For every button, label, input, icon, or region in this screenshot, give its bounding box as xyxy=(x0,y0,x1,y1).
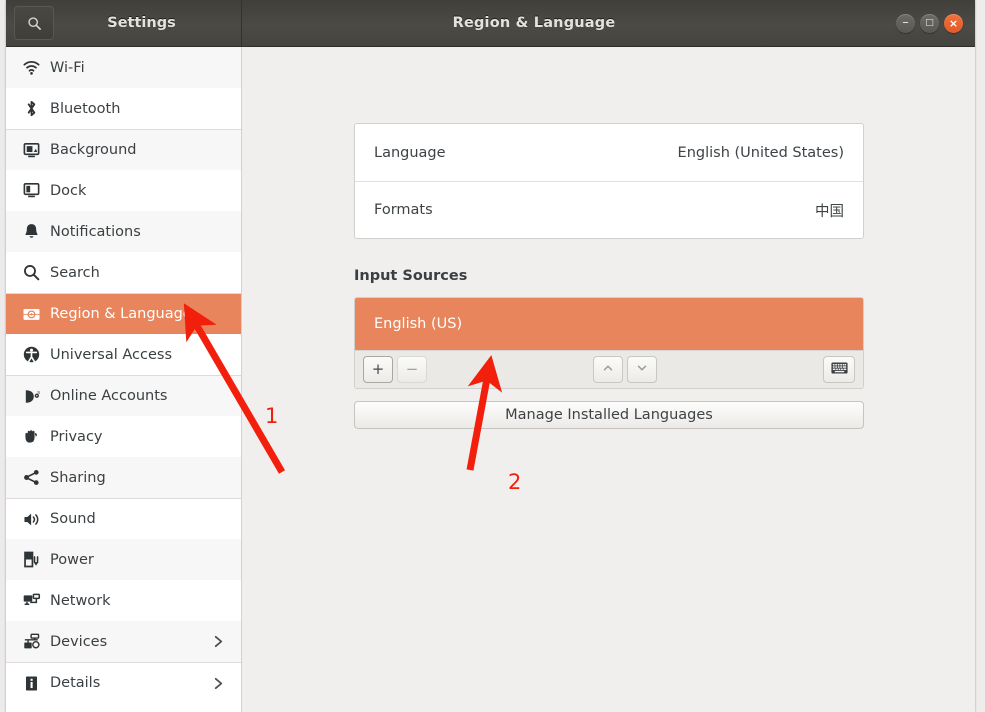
desktop-background-right xyxy=(975,0,985,712)
sidebar-item-background[interactable]: Background xyxy=(6,129,241,170)
sidebar-item-sharing[interactable]: Sharing xyxy=(6,457,241,498)
formats-row[interactable]: Formats 中国 xyxy=(355,181,863,238)
minus-icon: − xyxy=(406,362,419,377)
manage-installed-languages-button[interactable]: Manage Installed Languages xyxy=(354,401,864,429)
region-language-icon xyxy=(20,303,42,325)
sidebar-item-power[interactable]: Power xyxy=(6,539,241,580)
sidebar-item-search[interactable]: Search xyxy=(6,252,241,293)
maximize-button[interactable]: □ xyxy=(920,14,939,33)
power-icon xyxy=(20,549,42,571)
sidebar-item-label: Background xyxy=(50,142,137,158)
window-titlebar: Settings Region & Language – □ × xyxy=(6,0,975,47)
close-button[interactable]: × xyxy=(944,14,963,33)
sidebar-item-network[interactable]: Network xyxy=(6,580,241,621)
manage-installed-languages-label: Manage Installed Languages xyxy=(505,407,713,423)
background-icon xyxy=(20,139,42,161)
sound-icon xyxy=(20,508,42,530)
sidebar-item-privacy[interactable]: Privacy xyxy=(6,416,241,457)
bluetooth-icon xyxy=(20,98,42,120)
sidebar-item-devices[interactable]: Devices xyxy=(6,621,241,662)
online-accounts-icon: s xyxy=(20,385,42,407)
add-input-source-button[interactable]: + xyxy=(363,356,393,383)
input-sources-heading: Input Sources xyxy=(354,268,467,284)
input-sources-list[interactable]: English (US) xyxy=(355,298,863,350)
input-source-item-english-us[interactable]: English (US) xyxy=(355,298,863,350)
move-buttons-group xyxy=(593,356,657,383)
sidebar-item-label: Search xyxy=(50,265,100,281)
sidebar-item-label: Online Accounts xyxy=(50,388,167,404)
sidebar-item-label: Wi-Fi xyxy=(50,60,85,76)
wifi-icon xyxy=(20,57,42,79)
language-settings-card: Language English (United States) Formats… xyxy=(354,123,864,239)
network-icon xyxy=(20,590,42,612)
close-icon: × xyxy=(949,18,958,29)
window-title: Region & Language xyxy=(172,15,896,31)
sidebar-item-label: Network xyxy=(50,593,111,609)
move-up-button[interactable] xyxy=(593,356,623,383)
details-info-icon xyxy=(20,672,42,694)
dock-icon xyxy=(20,180,42,202)
remove-input-source-button[interactable]: − xyxy=(397,356,427,383)
sidebar-item-wi-fi[interactable]: Wi-Fi xyxy=(6,47,241,88)
window-body: Wi-Fi Bluetooth Background Dock Notification… xyxy=(6,47,975,712)
devices-icon xyxy=(20,631,42,653)
window-controls: – □ × xyxy=(896,14,975,33)
minimize-icon: – xyxy=(902,16,909,29)
input-source-label: English (US) xyxy=(374,316,462,332)
sidebar-item-dock[interactable]: Dock xyxy=(6,170,241,211)
search-icon xyxy=(20,262,42,284)
sidebar-item-label: Universal Access xyxy=(50,347,172,363)
sidebar-item-label: Bluetooth xyxy=(50,101,120,117)
sidebar-item-label: Privacy xyxy=(50,429,103,445)
chevron-right-icon xyxy=(212,634,225,649)
sidebar-item-online-accounts[interactable]: s Online Accounts xyxy=(6,375,241,416)
sidebar-item-notifications[interactable]: Notifications xyxy=(6,211,241,252)
sidebar-item-label: Sharing xyxy=(50,470,106,486)
sidebar-item-label: Power xyxy=(50,552,94,568)
settings-window: Settings Region & Language – □ × Wi-Fi Bl… xyxy=(6,0,975,712)
input-sources-toolbar: + − xyxy=(355,350,863,388)
universal-access-icon xyxy=(20,344,42,366)
privacy-hand-icon xyxy=(20,426,42,448)
sidebar-item-label: Region & Language xyxy=(50,306,192,322)
settings-sidebar[interactable]: Wi-Fi Bluetooth Background Dock Notification… xyxy=(6,47,242,712)
formats-row-label: Formats xyxy=(374,202,433,218)
minimize-button[interactable]: – xyxy=(896,14,915,33)
sidebar-item-region-language[interactable]: Region & Language xyxy=(6,293,241,334)
sidebar-item-label: Details xyxy=(50,675,100,691)
plus-icon: + xyxy=(372,362,385,377)
sidebar-item-details[interactable]: Details xyxy=(6,662,241,703)
formats-row-value: 中国 xyxy=(815,200,844,221)
sidebar-item-label: Sound xyxy=(50,511,96,527)
sidebar-item-universal-access[interactable]: Universal Access xyxy=(6,334,241,375)
input-sources-frame: English (US) + − xyxy=(354,297,864,389)
maximize-icon: □ xyxy=(925,19,934,28)
region-language-panel: Language English (United States) Formats… xyxy=(242,47,975,712)
keyboard-icon xyxy=(831,362,848,377)
sidebar-item-label: Notifications xyxy=(50,224,141,240)
sidebar-item-label: Devices xyxy=(50,634,107,650)
language-row-label: Language xyxy=(374,145,446,161)
search-icon xyxy=(27,16,42,31)
sidebar-item-bluetooth[interactable]: Bluetooth xyxy=(6,88,241,129)
language-row[interactable]: Language English (United States) xyxy=(355,124,863,181)
show-keyboard-layout-button[interactable] xyxy=(823,356,855,383)
sidebar-item-label: Dock xyxy=(50,183,86,199)
chevron-up-icon xyxy=(601,361,615,378)
sidebar-item-sound[interactable]: Sound xyxy=(6,498,241,539)
chevron-down-icon xyxy=(635,361,649,378)
language-row-value: English (United States) xyxy=(678,145,844,161)
chevron-right-icon xyxy=(212,676,225,691)
bell-icon xyxy=(20,221,42,243)
sharing-icon xyxy=(20,467,42,489)
move-down-button[interactable] xyxy=(627,356,657,383)
svg-text:s: s xyxy=(37,390,40,396)
